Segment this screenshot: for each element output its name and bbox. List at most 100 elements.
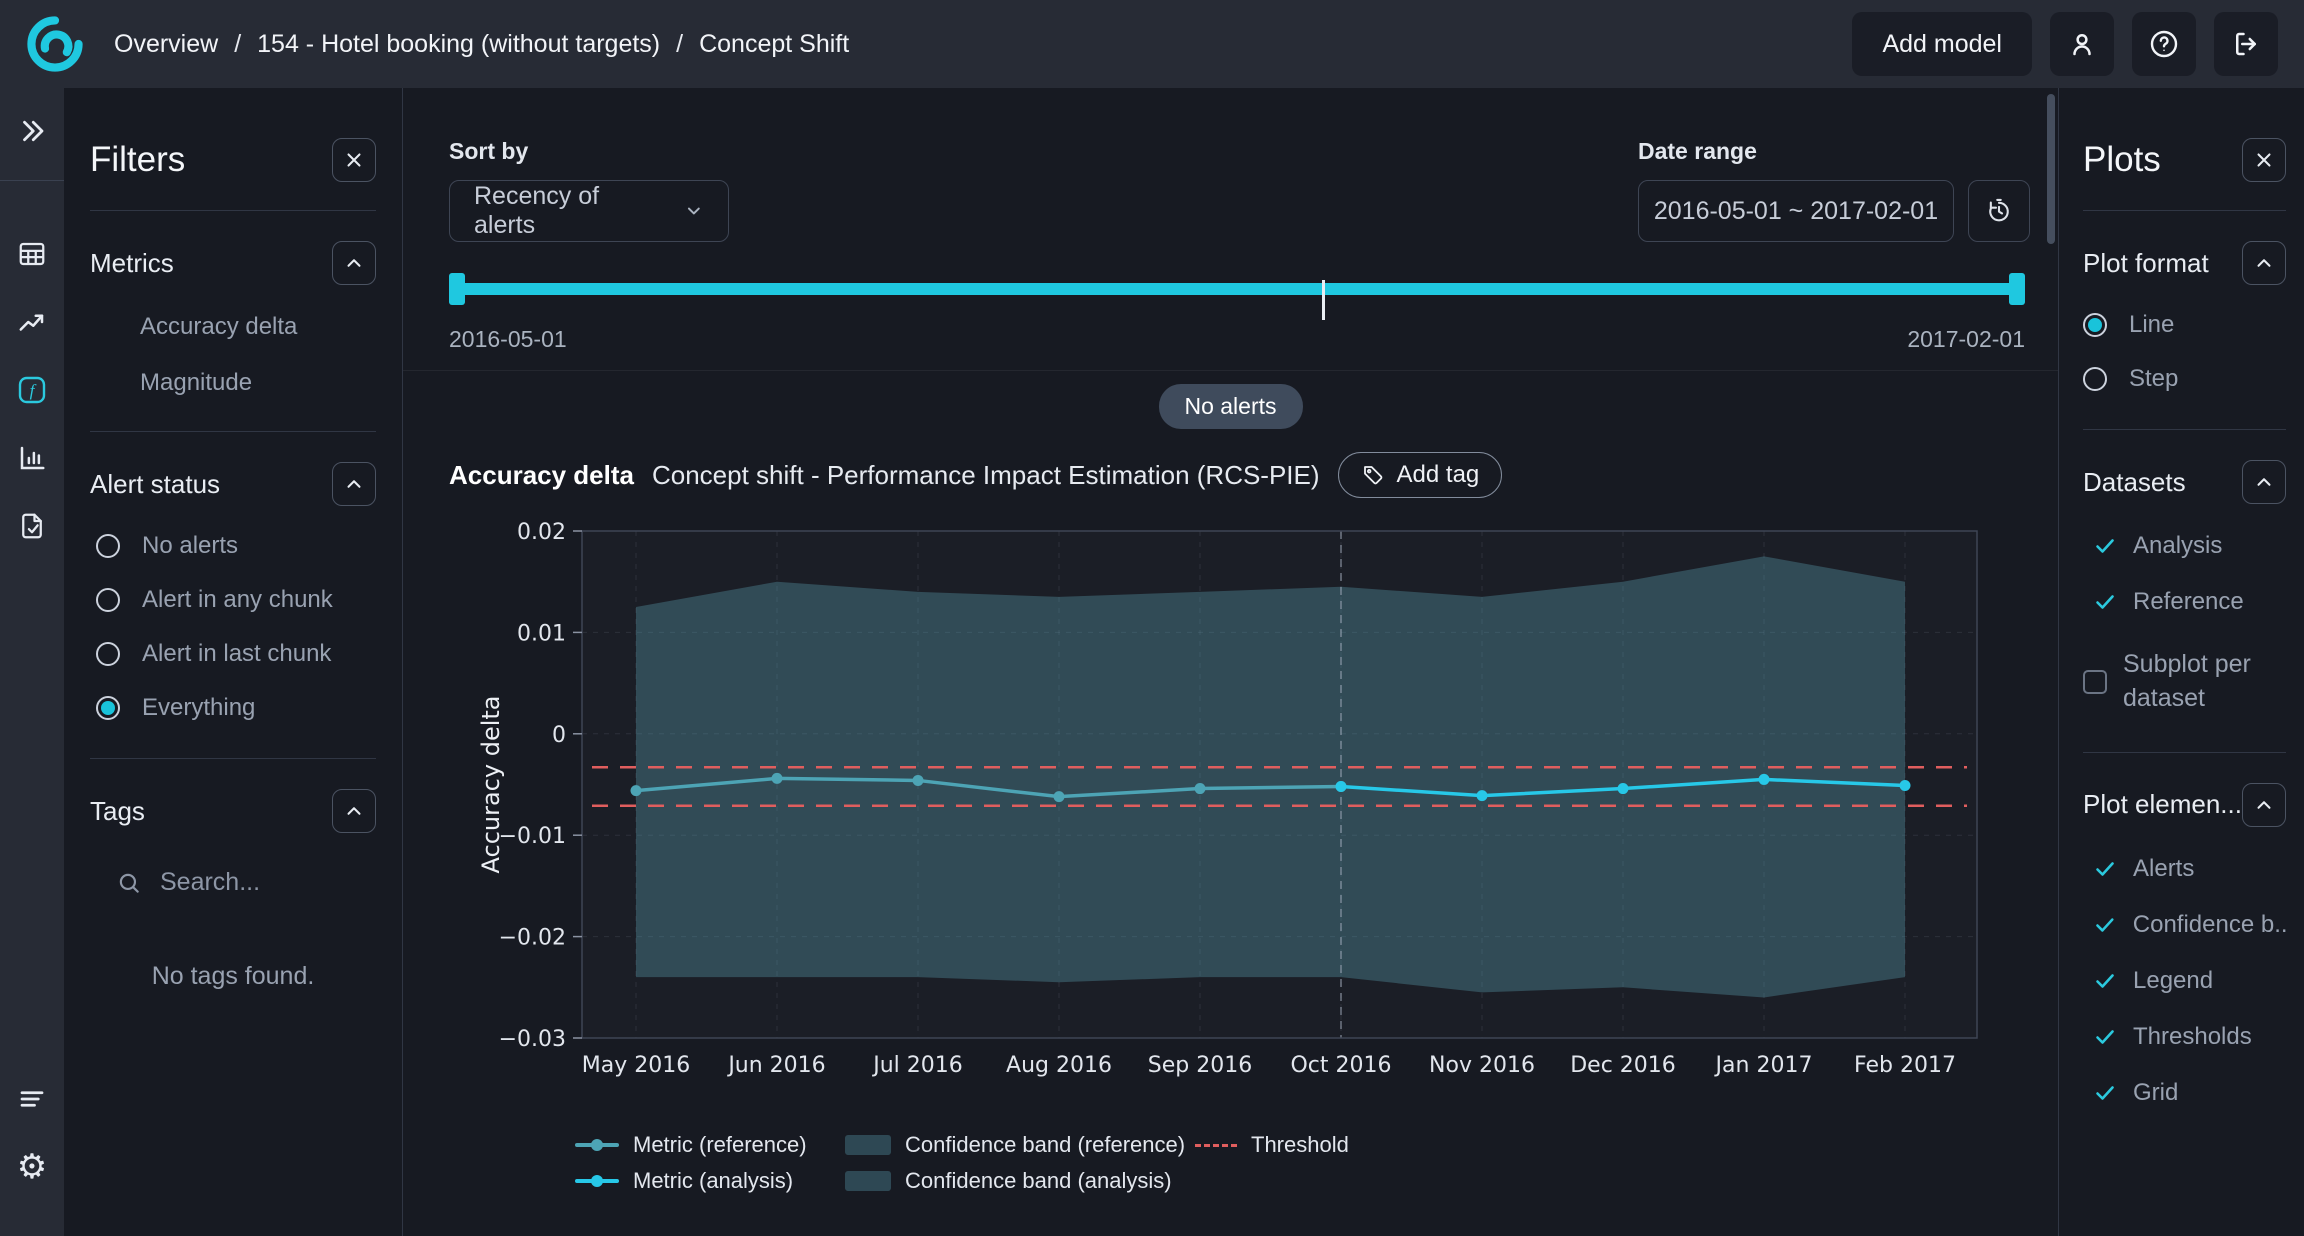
plot-element-toggle-legend[interactable]: Legend	[2093, 967, 2286, 995]
chart-container[interactable]: 0.020.010−0.01−0.02−0.03May 2016Jun 2016…	[463, 518, 2003, 1138]
chevron-up-icon	[343, 252, 365, 274]
rail-item-reports[interactable]	[0, 497, 64, 555]
alert-status-collapse-button[interactable]	[332, 462, 376, 506]
plots-title: Plots	[2083, 140, 2161, 180]
plot-format-collapse-button[interactable]	[2242, 241, 2286, 285]
slider-end-date: 2017-02-01	[1907, 326, 2025, 353]
metric-item-accuracy-delta[interactable]: Accuracy delta	[140, 313, 376, 341]
breadcrumb-item-model[interactable]: 154 - Hotel booking (without targets)	[257, 30, 660, 59]
main-content: Sort by Recency of alerts Date range 201…	[403, 88, 2058, 1236]
plot-metric-name: Accuracy delta	[449, 460, 634, 491]
add-model-button[interactable]: Add model	[1852, 12, 2032, 76]
metric-item-magnitude[interactable]: Magnitude	[140, 369, 376, 397]
alert-status-option-no-alerts[interactable]: No alerts	[96, 532, 376, 560]
plot-element-toggle-alerts[interactable]: Alerts	[2093, 855, 2286, 883]
date-range-reset-button[interactable]	[1968, 180, 2030, 242]
slider-handle-start[interactable]	[449, 273, 465, 305]
alert-status-option-any-chunk[interactable]: Alert in any chunk	[96, 586, 376, 614]
question-mark-icon	[2148, 28, 2180, 60]
section-divider	[2083, 429, 2286, 430]
chevron-up-icon	[343, 800, 365, 822]
help-button[interactable]	[2132, 12, 2196, 76]
legend-item-metric-reference[interactable]: Metric (reference)	[575, 1132, 845, 1158]
radio-label: Alert in last chunk	[142, 640, 331, 668]
nannyml-logo[interactable]	[26, 15, 84, 73]
svg-text:Oct 2016: Oct 2016	[1290, 1053, 1391, 1078]
breadcrumb: Overview / 154 - Hotel booking (without …	[114, 30, 849, 59]
metric-line-chart[interactable]: 0.020.010−0.01−0.02−0.03May 2016Jun 2016…	[463, 518, 2003, 1138]
checkbox	[2083, 670, 2107, 694]
metrics-collapse-button[interactable]	[332, 241, 376, 285]
plot-card-header: Accuracy delta Concept shift - Performan…	[449, 452, 1502, 498]
subplot-per-dataset-toggle[interactable]: Subplot per dataset	[2083, 648, 2286, 716]
date-range-input[interactable]	[1638, 180, 1954, 242]
sort-by-dropdown[interactable]: Recency of alerts	[449, 180, 729, 242]
breadcrumb-item-overview[interactable]: Overview	[114, 30, 218, 59]
svg-text:Dec 2016: Dec 2016	[1570, 1053, 1676, 1078]
rail-item-performance[interactable]	[0, 293, 64, 351]
svg-text:f: f	[30, 381, 37, 400]
radio-label: Step	[2129, 365, 2178, 393]
datasets-section-title: Datasets	[2083, 467, 2186, 498]
legend-item-band-reference[interactable]: Confidence band (reference)	[845, 1132, 1195, 1158]
plot-format-section-title: Plot format	[2083, 248, 2209, 279]
expand-sidebar-button[interactable]	[0, 102, 64, 160]
subplot-label: Subplot per dataset	[2123, 648, 2286, 716]
section-divider	[90, 431, 376, 432]
check-icon	[2093, 857, 2117, 881]
rail-item-settings[interactable]: ⚙	[0, 1138, 64, 1196]
slider-handle-end[interactable]	[2009, 273, 2025, 305]
plot-format-option-line[interactable]: Line	[2083, 311, 2286, 339]
datasets-collapse-button[interactable]	[2242, 460, 2286, 504]
section-divider	[90, 758, 376, 759]
plot-format-option-step[interactable]: Step	[2083, 365, 2286, 393]
plot-elements-collapse-button[interactable]	[2242, 783, 2286, 827]
legend-label: Threshold	[1251, 1132, 1349, 1158]
check-icon	[2093, 534, 2117, 558]
plot-element-toggle-confidence-bands[interactable]: Confidence b..	[2093, 911, 2286, 939]
slider-track[interactable]	[449, 283, 2025, 295]
plots-close-button[interactable]	[2242, 138, 2286, 182]
dataset-toggle-reference[interactable]: Reference	[2093, 588, 2286, 616]
gear-icon: ⚙	[17, 1150, 47, 1184]
add-tag-label: Add tag	[1397, 461, 1480, 489]
legend-label: Metric (analysis)	[633, 1168, 793, 1194]
check-icon	[2093, 1081, 2117, 1105]
add-tag-button[interactable]: Add tag	[1338, 452, 1503, 498]
sort-by-label: Sort by	[449, 138, 528, 165]
legend-item-metric-analysis[interactable]: Metric (analysis)	[575, 1168, 845, 1194]
plot-element-label: Legend	[2133, 967, 2213, 995]
status-badge: No alerts	[1158, 384, 1302, 429]
user-icon	[2067, 29, 2097, 59]
tags-search	[116, 867, 376, 898]
filters-close-button[interactable]	[332, 138, 376, 182]
double-chevron-right-icon	[17, 116, 47, 146]
tags-collapse-button[interactable]	[332, 789, 376, 833]
plot-element-label: Confidence b..	[2133, 911, 2286, 939]
rail-item-logs[interactable]	[0, 1070, 64, 1128]
legend-row: Metric (reference) Confidence band (refe…	[575, 1132, 1349, 1158]
radio-label: Line	[2129, 311, 2174, 339]
logout-button[interactable]	[2214, 12, 2278, 76]
tags-search-input[interactable]	[158, 867, 352, 898]
user-profile-button[interactable]	[2050, 12, 2114, 76]
alert-status-option-everything[interactable]: Everything	[96, 694, 376, 722]
dataset-toggle-analysis[interactable]: Analysis	[2093, 532, 2286, 560]
metrics-section-title: Metrics	[90, 248, 174, 279]
legend-item-threshold[interactable]: Threshold	[1195, 1132, 1349, 1158]
rail-item-summary-charts[interactable]	[0, 429, 64, 487]
rail-item-data-table[interactable]	[0, 225, 64, 283]
radio-label: No alerts	[142, 532, 238, 560]
plot-element-toggle-grid[interactable]: Grid	[2093, 1079, 2286, 1107]
legend-item-band-analysis[interactable]: Confidence band (analysis)	[845, 1168, 1195, 1194]
scrollbar-thumb[interactable]	[2047, 94, 2055, 244]
plot-element-toggle-thresholds[interactable]: Thresholds	[2093, 1023, 2286, 1051]
alert-status-option-last-chunk[interactable]: Alert in last chunk	[96, 640, 376, 668]
table-icon	[17, 239, 47, 269]
rail-item-concept-shift-active[interactable]: f	[0, 361, 64, 419]
check-icon	[2093, 590, 2117, 614]
date-range-slider[interactable]	[449, 272, 2025, 306]
close-icon	[2253, 149, 2275, 171]
tags-section-title: Tags	[90, 796, 145, 827]
tag-icon	[1361, 463, 1385, 487]
